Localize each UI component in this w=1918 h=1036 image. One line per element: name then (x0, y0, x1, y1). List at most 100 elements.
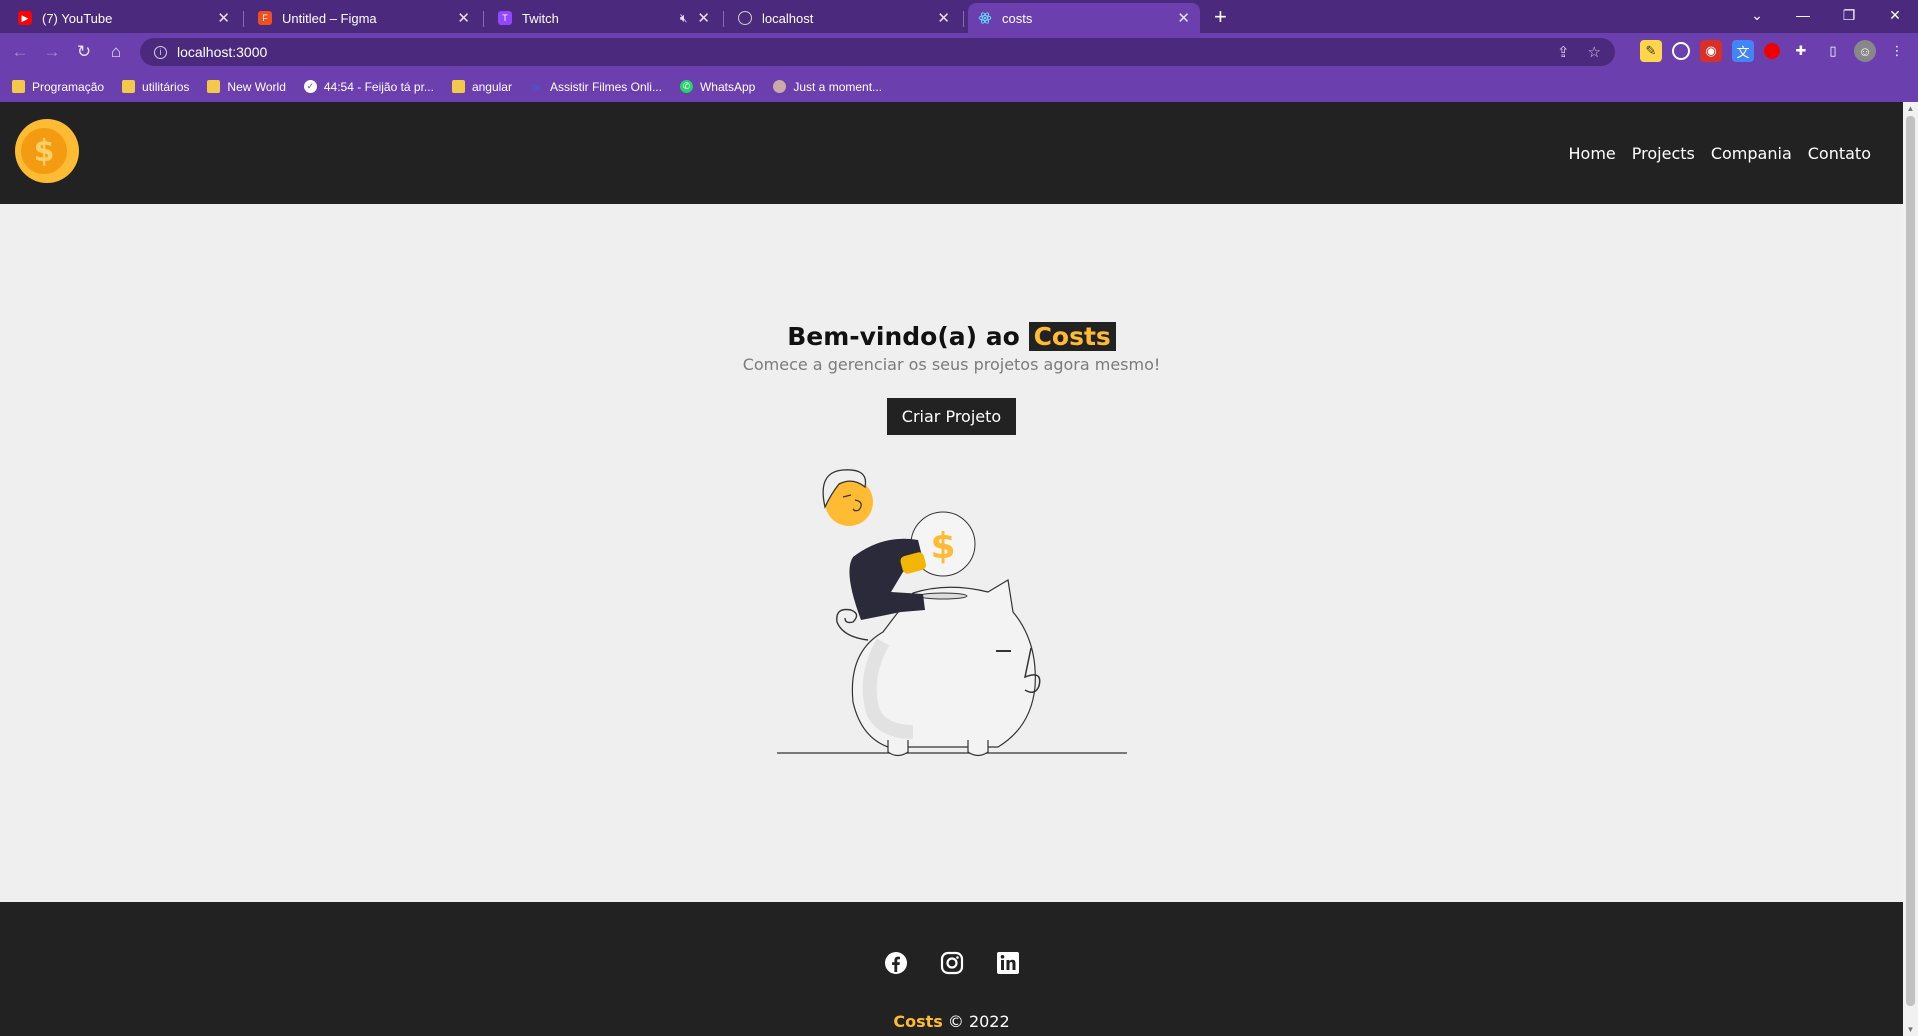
bookmark-item[interactable]: New World (207, 79, 286, 94)
bookmark-star-icon[interactable]: ☆ (1588, 43, 1601, 61)
close-tab-icon[interactable]: ✕ (1177, 9, 1190, 27)
copyright-text: © 2022 (947, 1012, 1010, 1031)
whatsapp-icon: ✆ (679, 80, 693, 93)
coin-logo[interactable]: $ (14, 118, 80, 184)
new-tab-button[interactable]: + (1214, 3, 1227, 33)
bookmark-label: Just a moment... (793, 79, 883, 94)
bookmark-label: New World (227, 79, 286, 94)
home-icon[interactable]: ⌂ (100, 42, 132, 62)
linkedin-icon[interactable] (995, 950, 1021, 976)
extension-icon[interactable] (1672, 42, 1690, 60)
figma-icon: F (258, 11, 272, 25)
translate-icon[interactable]: 文 (1732, 40, 1754, 62)
hero-title: Bem-vindo(a) ao Costs (0, 322, 1903, 351)
restore-icon[interactable]: ❐ (1826, 7, 1872, 24)
page-viewport: $ Home Projects Compania Contato Bem-vin… (0, 102, 1903, 1036)
instagram-icon[interactable] (939, 950, 965, 976)
bookmark-label: Assistir Filmes Onli... (549, 79, 662, 94)
tab-title: Untitled – Figma (282, 10, 377, 26)
bookmark-label: angular (471, 79, 512, 94)
folder-icon (451, 80, 465, 93)
folder-icon (12, 80, 25, 93)
browser-tab-strip: ▶ (7) YouTube ✕ F Untitled – Figma ✕ T T… (0, 0, 1918, 33)
extension-icon[interactable]: ✎ (1640, 40, 1662, 62)
twitch-icon: T (498, 11, 512, 25)
social-links (0, 950, 1903, 976)
scroll-down-icon[interactable]: ▼ (1903, 1025, 1918, 1034)
bookmark-item[interactable]: ✓ 44:54 - Feijão tá pr... (303, 79, 434, 94)
svg-text:$: $ (930, 526, 955, 567)
nav-link-contato[interactable]: Contato (1808, 144, 1871, 163)
site-header: $ Home Projects Compania Contato (0, 102, 1903, 204)
close-tab-icon[interactable]: ✕ (697, 9, 710, 27)
film-icon: m (532, 81, 541, 92)
close-tab-icon[interactable]: ✕ (457, 9, 470, 27)
tab-title: Twitch (522, 10, 559, 26)
address-bar[interactable]: i localhost:3000 ⇪ ☆ (140, 38, 1615, 66)
nav-link-compania[interactable]: Compania (1711, 144, 1792, 163)
close-tab-icon[interactable]: ✕ (217, 9, 230, 27)
puzzle-icon[interactable]: ✚ (1790, 40, 1812, 62)
extension-icon[interactable] (1764, 43, 1780, 59)
site-footer: Costs © 2022 (0, 902, 1903, 1036)
page-scrollbar[interactable]: ▲ ▼ (1903, 102, 1918, 1036)
svg-text:$: $ (34, 134, 55, 169)
brand-highlight: Costs (1028, 322, 1116, 351)
nav-link-home[interactable]: Home (1569, 144, 1616, 163)
folder-icon (207, 80, 221, 93)
browser-toolbar: ← → ↻ ⌂ i localhost:3000 ⇪ ☆ ✎ ◉ 文 ✚ ▯ ☺… (0, 33, 1918, 71)
window-controls: ⌄ — ❐ ✕ (1734, 0, 1918, 30)
extension-icon[interactable]: ◉ (1700, 40, 1722, 62)
side-panel-icon[interactable]: ▯ (1822, 40, 1844, 62)
site-info-icon[interactable]: i (154, 45, 167, 59)
tab-costs[interactable]: costs ✕ (963, 3, 1200, 33)
bookmark-label: 44:54 - Feijão tá pr... (323, 79, 434, 94)
muted-speaker-icon[interactable]: 🔇︎ (680, 11, 688, 26)
nav-link-projects[interactable]: Projects (1632, 144, 1695, 163)
close-tab-icon[interactable]: ✕ (937, 9, 950, 27)
facebook-icon[interactable] (883, 950, 909, 976)
bookmark-item[interactable]: Just a moment... (773, 80, 882, 94)
bookmarks-bar: Programação utilitários New World ✓ 44:54… (0, 71, 1918, 102)
bookmark-item[interactable]: angular (451, 79, 512, 94)
reload-icon[interactable]: ↻ (68, 42, 100, 62)
minimize-icon[interactable]: — (1780, 7, 1826, 23)
tab-title: (7) YouTube (42, 10, 113, 26)
menu-icon[interactable]: ⋮ (1886, 40, 1908, 62)
bookmark-label: WhatsApp (699, 79, 756, 94)
url-text: localhost:3000 (177, 44, 268, 60)
bookmark-item[interactable]: Programação (12, 80, 104, 94)
hero-subtitle: Comece a gerenciar os seus projetos agor… (742, 355, 1161, 374)
avatar-icon (773, 80, 787, 93)
create-project-button[interactable]: Criar Projeto (886, 398, 1017, 435)
scrollbar-thumb[interactable] (1906, 116, 1915, 1006)
avatar[interactable]: ☺ (1854, 40, 1876, 62)
tab-youtube[interactable]: ▶ (7) YouTube ✕ (8, 3, 240, 33)
hero-title-text: Bem-vindo(a) ao (787, 322, 1020, 351)
bookmark-label: utilitários (142, 79, 190, 94)
hero-section: Bem-vindo(a) ao Costs Comece a gerenciar… (0, 322, 1903, 435)
bookmark-item[interactable]: ✆ WhatsApp (679, 79, 756, 94)
tab-title: localhost (762, 10, 814, 26)
share-icon[interactable]: ⇪ (1557, 43, 1570, 61)
tab-figma[interactable]: F Untitled – Figma ✕ (243, 3, 480, 33)
globe-icon (738, 11, 752, 25)
footer-brand: Costs (893, 1012, 943, 1031)
tab-title: costs (1002, 10, 1033, 26)
bookmark-item[interactable]: m Assistir Filmes Onli... (530, 80, 662, 94)
tab-localhost[interactable]: localhost ✕ (723, 3, 960, 33)
piggy-bank-illustration: $ (777, 469, 1127, 757)
tab-twitch[interactable]: T Twitch 🔇︎ ✕ (483, 3, 720, 33)
bookmark-item[interactable]: utilitários (122, 80, 189, 94)
scroll-up-icon[interactable]: ▲ (1903, 104, 1918, 113)
main-nav: Home Projects Compania Contato (1569, 102, 1871, 204)
back-icon[interactable]: ← (4, 42, 36, 62)
footer-copyright: Costs © 2022 (0, 1012, 1903, 1031)
react-icon (978, 11, 992, 25)
close-window-icon[interactable]: ✕ (1872, 7, 1918, 24)
tab-search-icon[interactable]: ⌄ (1734, 7, 1780, 24)
youtube-icon: ▶ (18, 11, 32, 25)
folder-icon (122, 80, 136, 93)
check-circle-icon: ✓ (303, 80, 317, 93)
forward-icon[interactable]: → (36, 42, 68, 62)
